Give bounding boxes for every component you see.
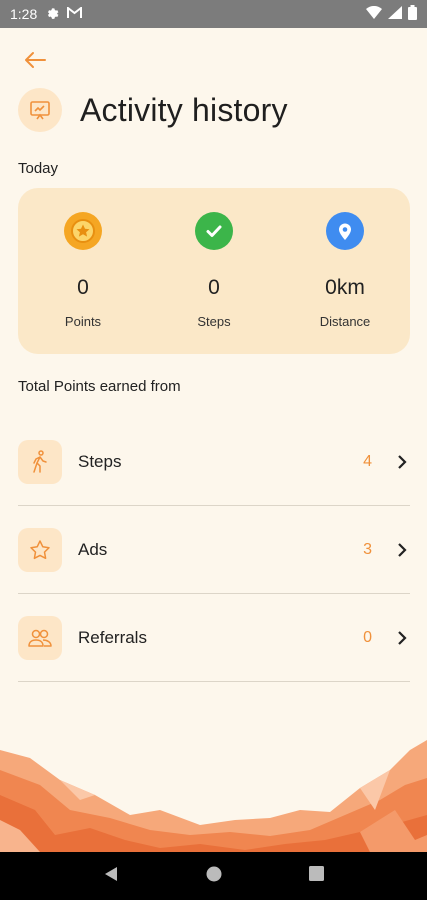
today-label: Today	[18, 160, 59, 177]
star-icon	[64, 212, 102, 250]
wifi-icon	[366, 5, 382, 22]
settings-icon	[45, 6, 59, 23]
nav-home-icon[interactable]	[206, 866, 222, 887]
steps-row-label: Steps	[78, 451, 122, 471]
steps-stat: 0 Steps	[154, 188, 274, 329]
chevron-right-icon	[394, 630, 410, 646]
activity-chart-icon	[18, 88, 62, 132]
gmail-icon	[67, 5, 83, 22]
points-stat: 0 Points	[23, 188, 143, 329]
walking-icon	[18, 439, 62, 484]
points-label: Points	[64, 314, 102, 329]
status-time: 1:28	[10, 6, 38, 22]
status-bar: 1:28	[0, 0, 427, 28]
system-nav-bar	[0, 852, 427, 900]
nav-recents-icon[interactable]	[308, 866, 324, 886]
steps-points-row[interactable]: Steps 4	[18, 418, 410, 506]
battery-icon	[408, 5, 417, 23]
distance-label: Distance	[319, 314, 371, 329]
people-icon	[18, 615, 62, 660]
back-button[interactable]	[22, 48, 48, 72]
distance-value: 0km	[325, 276, 365, 299]
page-header: Activity history	[18, 88, 288, 132]
check-icon	[195, 212, 233, 250]
steps-row-value: 4	[363, 452, 372, 470]
referrals-row-value: 0	[363, 628, 372, 646]
arrow-left-icon	[25, 52, 46, 68]
steps-value: 0	[208, 276, 220, 299]
chevron-right-icon	[394, 542, 410, 558]
nav-back-icon[interactable]	[103, 866, 119, 887]
ads-row-label: Ads	[78, 539, 108, 559]
location-pin-icon	[326, 212, 364, 250]
referrals-points-row[interactable]: Referrals 0	[18, 594, 410, 682]
page-title: Activity history	[80, 91, 288, 128]
points-earned-label: Total Points earned from	[18, 378, 181, 395]
mountain-illustration	[0, 740, 427, 852]
star-outline-icon	[18, 527, 62, 572]
today-summary-card: 0 Points 0 Steps 0km Distance	[18, 188, 410, 354]
steps-label: Steps	[197, 314, 231, 329]
chevron-right-icon	[394, 454, 410, 470]
referrals-row-label: Referrals	[78, 627, 147, 647]
ads-row-value: 3	[363, 540, 372, 558]
signal-icon	[388, 6, 402, 22]
distance-stat: 0km Distance	[285, 188, 405, 329]
ads-points-row[interactable]: Ads 3	[18, 506, 410, 594]
points-value: 0	[77, 276, 89, 299]
